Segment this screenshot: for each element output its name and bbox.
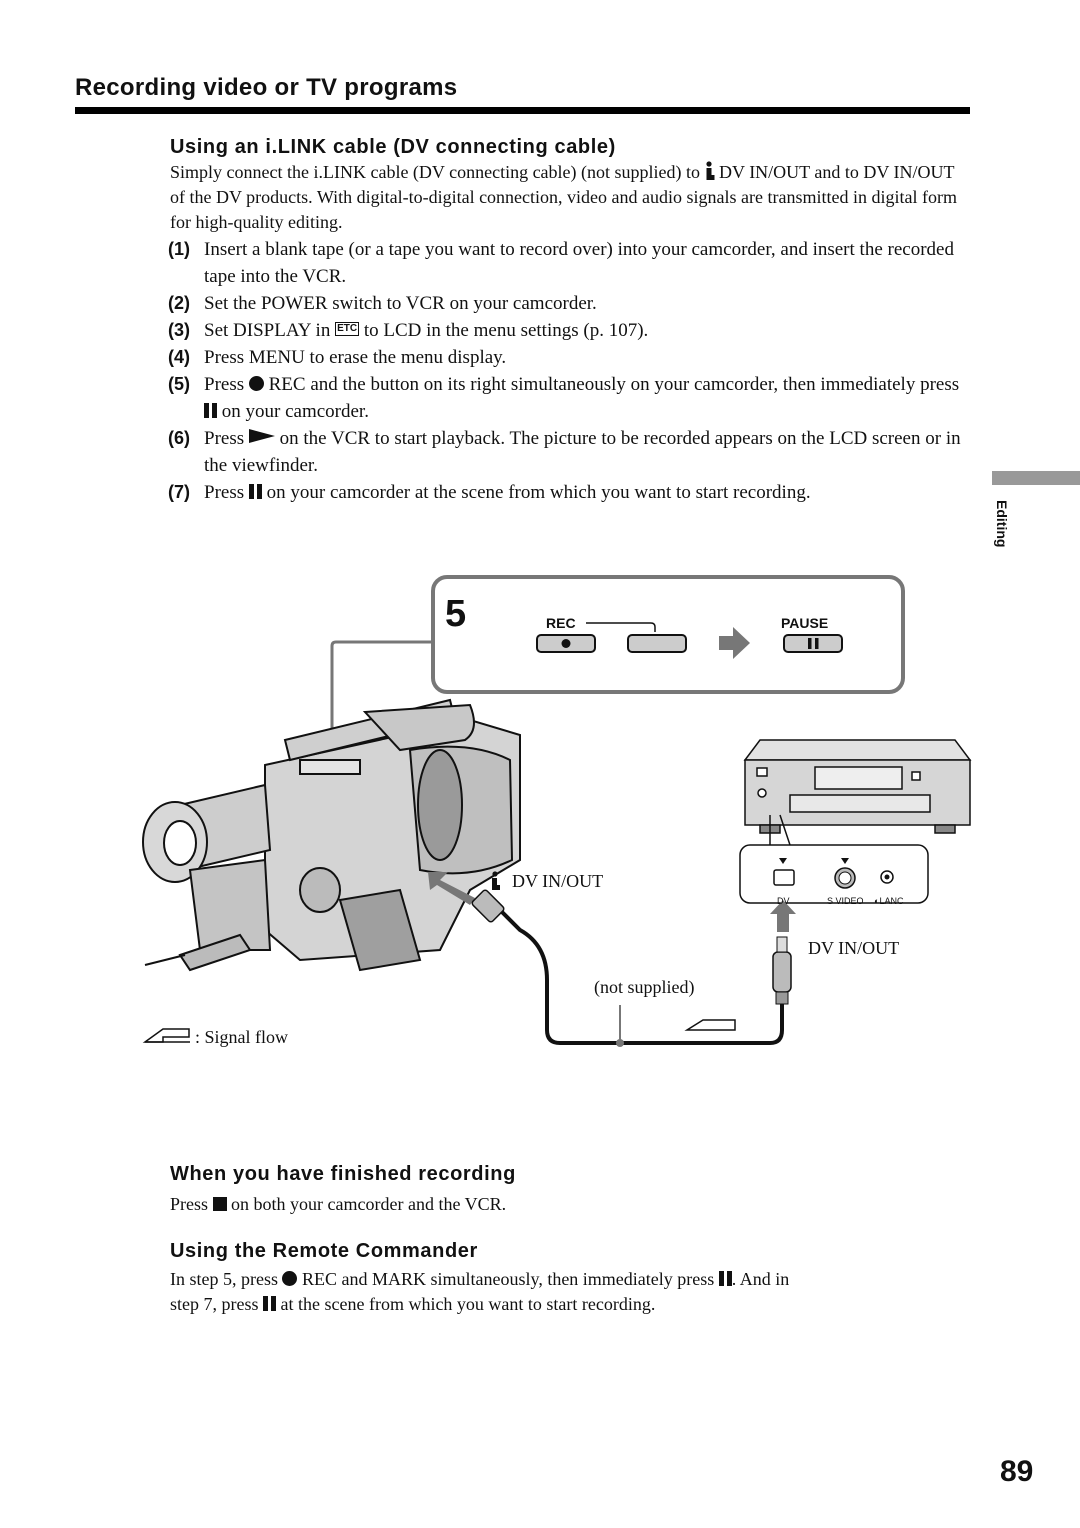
record-dot-icon [248, 376, 264, 391]
pause-button-graphic [783, 634, 843, 653]
step-item: (5) Press REC and the button on its righ… [168, 374, 960, 422]
play-icon [248, 429, 275, 443]
finished-paragraph: Press on both your camcorder and the VCR… [170, 1194, 507, 1214]
steps-list: (1) Insert a blank tape (or a tape you w… [168, 236, 968, 506]
camcorder-port-label: DV IN/OUT [512, 871, 604, 891]
record-dot-icon [282, 1271, 298, 1286]
cable-plug-vcr [772, 951, 792, 993]
dv-cable [488, 898, 784, 1045]
camcorder-illustration [142, 698, 521, 972]
pause-icon [718, 1271, 732, 1286]
section-heading-remote: Using the Remote Commander [170, 1240, 478, 1262]
ilink-icon [492, 871, 500, 890]
jack-label-lanc: ◐LANC [874, 896, 904, 906]
jack-label-s-video: S VIDEO [827, 896, 864, 906]
step-item: (4) Press MENU to erase the menu display… [168, 347, 507, 368]
section-heading-ilink: Using an i.LINK cable (DV connecting cab… [170, 136, 616, 158]
step-item: (6) Press on the VCR to start playback. … [168, 428, 961, 476]
section-heading-finished: When you have finished recording [170, 1163, 516, 1185]
pause-label: PAUSE [781, 615, 829, 631]
remote-paragraph: In step 5, press REC and MARK simultaneo… [170, 1269, 790, 1314]
step-item: (3) Set DISPLAY in ETC to LCD in the men… [168, 320, 649, 341]
cable-note: (not supplied) [594, 977, 695, 997]
ilink-icon [705, 161, 715, 180]
vcr-port-label: DV IN/OUT [808, 938, 900, 958]
jack-label-dv: DV [777, 896, 790, 906]
step-item: (7) Press on your camcorder at the scene… [168, 482, 811, 503]
page-title: Recording video or TV programs [75, 74, 458, 101]
side-tab-marker [992, 471, 1080, 485]
vcr-jack-panel [739, 844, 929, 904]
title-rule [75, 107, 970, 114]
pause-icon [204, 403, 217, 418]
step5-callout-number: 5 [445, 593, 467, 635]
page-number: 89 [1000, 1455, 1034, 1488]
step-item: (1) Insert a blank tape (or a tape you w… [168, 239, 954, 287]
intro-paragraph: Simply connect the i.LINK cable (DV conn… [170, 161, 957, 232]
connection-diagram: 5 REC PAUSE DV IN/OUT DV IN/OUT (not sup… [0, 560, 1080, 1080]
signal-flow-arrow [684, 1019, 736, 1031]
etc-menu-icon: ETC [335, 322, 360, 336]
vcr-illustration [743, 739, 972, 834]
signal-flow-legend-icon [142, 1028, 190, 1043]
dv-jack [773, 869, 795, 886]
signal-flow-legend: : Signal flow [195, 1027, 288, 1047]
record-dot-icon [561, 639, 571, 648]
cable-plug-camcorder [471, 889, 505, 923]
pause-icon [248, 484, 262, 499]
adjacent-button-graphic [627, 634, 687, 653]
stop-icon [212, 1197, 227, 1211]
pause-icon [263, 1296, 276, 1311]
rec-label: REC [546, 615, 576, 631]
diagram-graphics [142, 575, 972, 1047]
step-item: (2) Set the POWER switch to VCR on your … [168, 293, 597, 314]
